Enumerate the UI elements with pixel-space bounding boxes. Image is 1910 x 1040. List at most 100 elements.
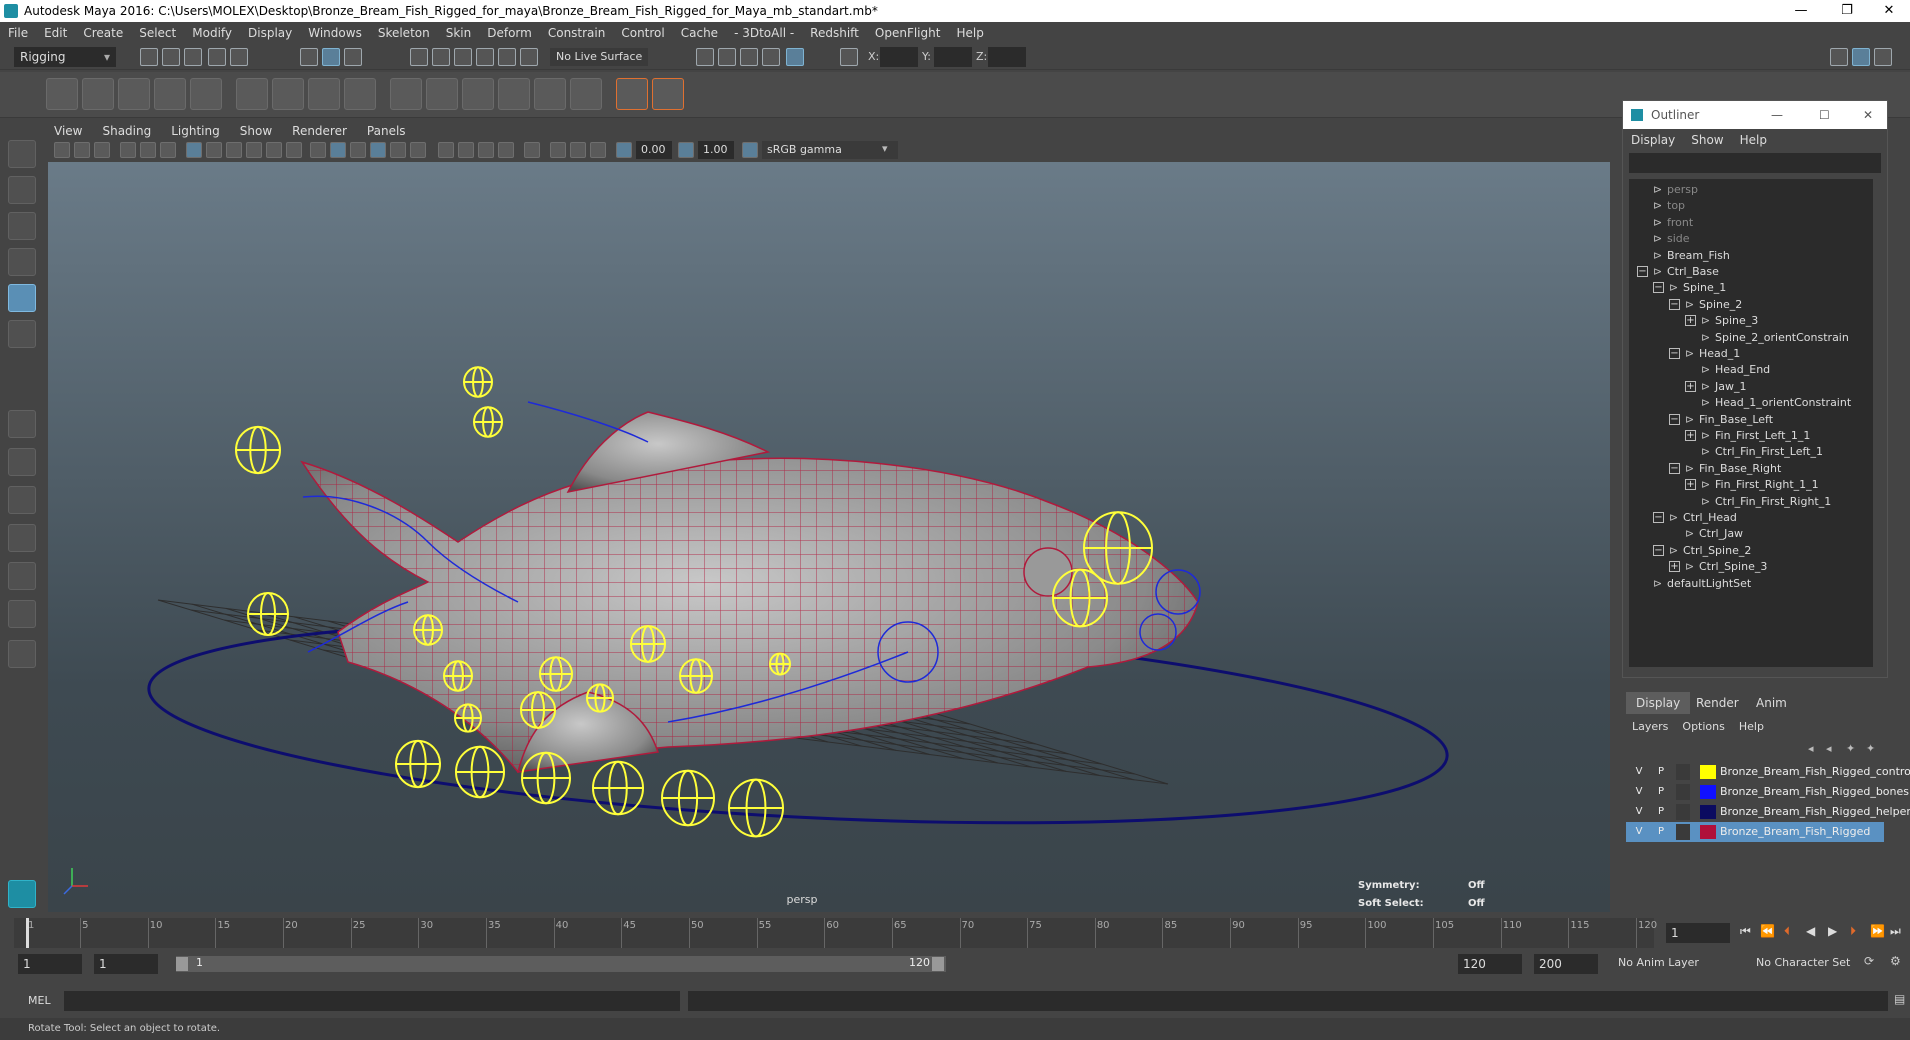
panel-menu-lighting[interactable]: Lighting: [171, 124, 220, 138]
hypershade-icon[interactable]: [786, 48, 804, 66]
channel-box-toggle-icon[interactable]: [1874, 48, 1892, 66]
image-plane-icon[interactable]: [120, 142, 136, 158]
collapse-icon[interactable]: −: [1669, 462, 1680, 474]
expand-icon[interactable]: +: [1685, 315, 1696, 327]
snap-view-icon[interactable]: [476, 48, 494, 66]
display-type-toggle[interactable]: [1676, 824, 1690, 840]
outliner-item[interactable]: Ctrl_Base: [1667, 263, 1719, 281]
collapse-icon[interactable]: −: [1637, 266, 1648, 277]
wireframe-on-shaded-icon[interactable]: [350, 142, 366, 158]
layer-color-swatch[interactable]: [1700, 785, 1716, 799]
anim-layer-dropdown[interactable]: No Anim Layer: [1618, 956, 1734, 974]
color-management-icon[interactable]: [742, 142, 758, 158]
layer-row[interactable]: VP Bronze_Bream_Fish_Rigged_controllers: [1626, 762, 1910, 782]
render-settings-icon[interactable]: [696, 48, 714, 66]
point-constraint-icon[interactable]: [534, 78, 566, 110]
range-bar[interactable]: 1 120: [176, 956, 946, 972]
go-to-end-icon[interactable]: ⏭: [1890, 924, 1901, 939]
collapse-icon[interactable]: −: [1653, 512, 1664, 523]
display-type-toggle[interactable]: [1676, 764, 1690, 780]
camera-attributes-icon[interactable]: [74, 142, 90, 158]
outliner-item[interactable]: Head_1_orientConstraint: [1715, 394, 1851, 412]
select-object-icon[interactable]: [322, 48, 340, 66]
layer-menu-options[interactable]: Options: [1682, 720, 1724, 733]
select-component-icon[interactable]: [344, 48, 362, 66]
restore-button[interactable]: ❐: [1824, 0, 1870, 22]
field-chart-icon[interactable]: [266, 142, 282, 158]
outliner-menu-display[interactable]: Display: [1631, 133, 1675, 147]
menu-skin[interactable]: Skin: [446, 26, 472, 40]
playback-toggle[interactable]: P: [1654, 764, 1668, 780]
safe-action-icon[interactable]: [286, 142, 302, 158]
play-forwards-icon[interactable]: ▶: [1828, 924, 1837, 938]
step-forward-key-icon[interactable]: ⏵: [1850, 924, 1856, 939]
open-scene-icon[interactable]: [162, 48, 180, 66]
layer-tab-render[interactable]: Render: [1686, 692, 1749, 714]
visibility-toggle[interactable]: V: [1632, 824, 1646, 840]
layer-menu-layers[interactable]: Layers: [1632, 720, 1668, 733]
step-forward-icon[interactable]: ⏩: [1870, 924, 1885, 938]
expand-icon[interactable]: +: [1669, 561, 1680, 573]
outliner-item[interactable]: Fin_Base_Right: [1699, 460, 1781, 478]
textured-icon[interactable]: [370, 142, 386, 158]
hypershade-layout-icon[interactable]: [8, 600, 36, 628]
depth-of-field-icon[interactable]: [498, 142, 514, 158]
save-scene-icon[interactable]: [184, 48, 202, 66]
y-field[interactable]: [934, 47, 972, 67]
menu-constrain[interactable]: Constrain: [548, 26, 606, 40]
outliner-menu-help[interactable]: Help: [1740, 133, 1767, 147]
layer-row[interactable]: V P Bronze_Bream_Fish_Rigged: [1626, 822, 1884, 842]
ipr-render-icon[interactable]: [740, 48, 758, 66]
motion-blur-icon[interactable]: [458, 142, 474, 158]
2d-pan-zoom-icon[interactable]: [140, 142, 156, 158]
layer-color-swatch[interactable]: [1700, 825, 1716, 839]
paint-skin-weights-icon[interactable]: [462, 78, 494, 110]
step-back-key-icon[interactable]: ⏴: [1784, 924, 1790, 939]
four-view-layout-icon[interactable]: [8, 448, 36, 476]
command-input[interactable]: [64, 991, 680, 1011]
animation-preferences-icon[interactable]: ⚙: [1890, 954, 1901, 968]
x-field[interactable]: [880, 47, 918, 67]
live-surface-field[interactable]: No Live Surface: [550, 48, 649, 66]
z-field[interactable]: [988, 47, 1026, 67]
outliner-item[interactable]: Spine_2_orientConstrain: [1715, 329, 1849, 347]
move-tool-icon[interactable]: [8, 248, 36, 276]
outliner-item[interactable]: Fin_First_Left_1_1: [1715, 427, 1810, 445]
script-language-label[interactable]: MEL: [28, 994, 51, 1007]
use-all-lights-icon[interactable]: [390, 142, 406, 158]
wireframe-icon[interactable]: [310, 142, 326, 158]
single-perspective-layout-icon[interactable]: [8, 410, 36, 438]
multisample-aa-icon[interactable]: [478, 142, 494, 158]
panel-menu-view[interactable]: View: [54, 124, 82, 138]
animation-end-field[interactable]: 200: [1534, 954, 1598, 974]
custom-layout-icon[interactable]: [8, 640, 36, 668]
menu-select[interactable]: Select: [139, 26, 176, 40]
outliner-search-field[interactable]: [1629, 153, 1881, 173]
outliner-menu-show[interactable]: Show: [1691, 133, 1723, 147]
range-end-handle[interactable]: [932, 957, 944, 971]
parent-constraint-icon[interactable]: [498, 78, 530, 110]
redo-icon[interactable]: [230, 48, 248, 66]
panel-menu-panels[interactable]: Panels: [367, 124, 406, 138]
outliner-item[interactable]: Fin_Base_Left: [1699, 411, 1773, 429]
menu-edit[interactable]: Edit: [44, 26, 67, 40]
maximize-icon[interactable]: ☐: [1819, 101, 1830, 129]
layer-tab-display[interactable]: Display: [1626, 692, 1691, 714]
outliner-item[interactable]: Bream_Fish: [1667, 247, 1730, 265]
outliner-tree[interactable]: ⊳ persp ⊳ top ⊳ front ⊳ side ⊳ Bream_Fish − ⊳ Ctrl_B…: [1629, 179, 1873, 667]
outliner-item[interactable]: Ctrl_Spine_3: [1699, 558, 1767, 576]
grease-pencil-icon[interactable]: [160, 142, 176, 158]
playback-start-field[interactable]: 1: [94, 954, 158, 974]
orient-joint-icon[interactable]: [154, 78, 186, 110]
close-button[interactable]: ✕: [1866, 0, 1910, 22]
menu-display[interactable]: Display: [248, 26, 292, 40]
layer-row[interactable]: V P Bronze_Bream_Fish_Rigged_helpers: [1626, 802, 1910, 822]
mirror-joint-icon[interactable]: [118, 78, 150, 110]
outliner-item[interactable]: Spine_3: [1715, 312, 1758, 330]
menu--3dtoall-[interactable]: - 3DtoAll -: [734, 26, 794, 40]
set-driven-key-icon[interactable]: [652, 78, 684, 110]
isolate-select-icon[interactable]: [524, 142, 540, 158]
render-frame-icon[interactable]: [718, 48, 736, 66]
joint-tool-icon[interactable]: [46, 78, 78, 110]
playback-toggle[interactable]: P: [1654, 824, 1668, 840]
